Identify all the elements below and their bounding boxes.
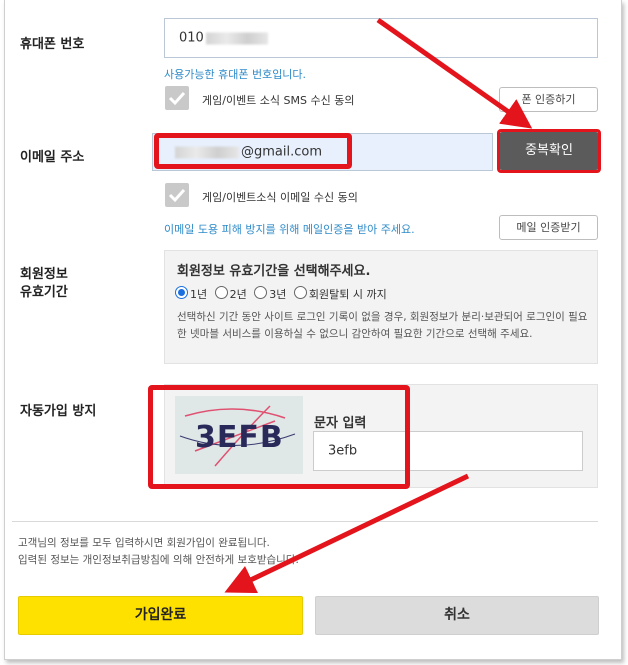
- arrow-to-submit: [224, 473, 470, 594]
- annotation-arrows: [224, 17, 533, 594]
- arrow-to-dup-check: [376, 17, 533, 129]
